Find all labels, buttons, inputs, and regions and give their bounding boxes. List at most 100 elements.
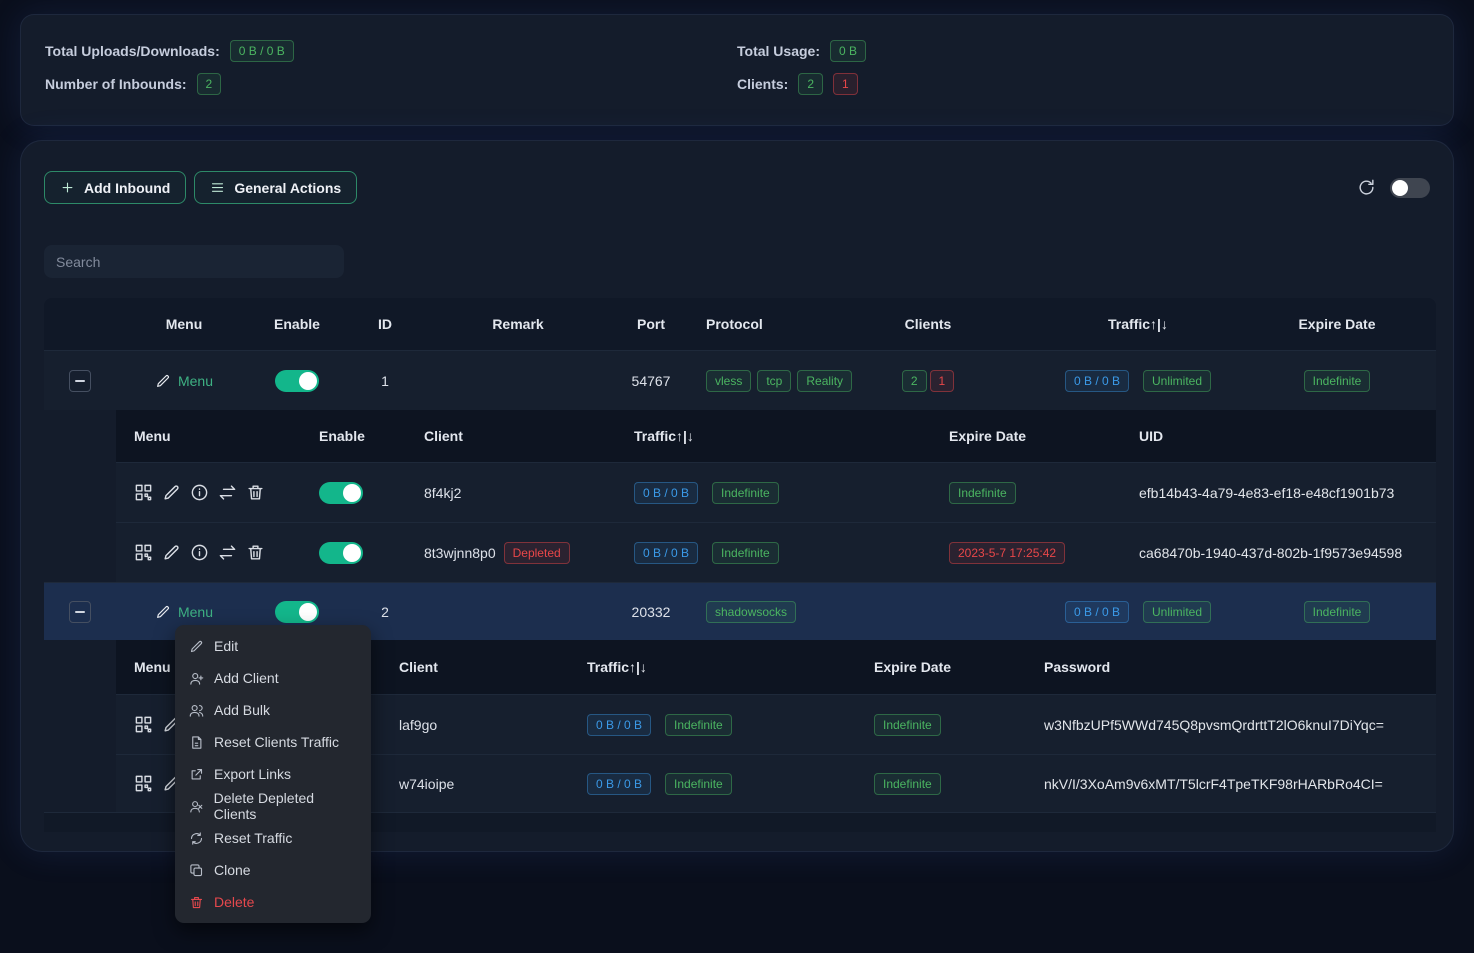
stat-number-of-inbounds: Number of Inbounds: 2 xyxy=(45,73,737,95)
header-remark: Remark xyxy=(428,298,608,350)
traffic-badge: 0 B / 0 B xyxy=(634,542,698,564)
menu-item-delete-depleted-clients[interactable]: Delete Depleted Clients xyxy=(175,790,371,822)
qr-code-icon[interactable] xyxy=(134,543,153,562)
header-traffic-sort[interactable]: Traffic↑|↓ xyxy=(569,640,856,694)
inbound-1-remark xyxy=(428,351,608,410)
stat-clients-depleted-badge: 1 xyxy=(833,73,858,95)
delete-client-icon[interactable] xyxy=(246,483,265,502)
menu-item-add-bulk[interactable]: Add Bulk xyxy=(175,694,371,726)
menu-item-label: Reset Traffic xyxy=(214,830,292,846)
client-name: w74ioipe xyxy=(381,755,569,812)
toolbar-right-controls xyxy=(1357,178,1430,198)
user-group-icon xyxy=(189,703,204,718)
edit-client-icon[interactable] xyxy=(162,483,181,502)
client-info-icon[interactable] xyxy=(190,543,209,562)
inbound-2-enable-toggle[interactable] xyxy=(275,601,319,623)
inbound-2-port: 20332 xyxy=(608,583,694,640)
inbound-row-1: Menu 1 54767 vless tcp Reality 2 1 0 B /… xyxy=(44,350,1436,410)
inbound-1-enable-toggle[interactable] xyxy=(275,370,319,392)
header-expand xyxy=(44,298,116,350)
header-expire-date: Expire Date xyxy=(856,640,1026,694)
delete-depleted-clients-icon xyxy=(189,799,204,814)
toggle-knob xyxy=(343,544,361,562)
menu-trigger-label: Menu xyxy=(178,604,213,620)
collapse-inbound-2-button[interactable] xyxy=(69,601,91,623)
qr-code-icon[interactable] xyxy=(134,774,153,793)
traffic-badge: 0 B / 0 B xyxy=(587,773,651,795)
delete-client-icon[interactable] xyxy=(246,543,265,562)
client-row-8f4kj2: 8f4kj2 0 B / 0 B Indefinite Indefinite e… xyxy=(116,462,1436,522)
stats-panel: Total Uploads/Downloads: 0 B / 0 B Numbe… xyxy=(20,14,1454,126)
minus-icon xyxy=(75,611,85,613)
menu-item-add-client[interactable]: Add Client xyxy=(175,662,371,694)
clients-depleted-badge: 1 xyxy=(930,370,955,392)
client-name: laf9go xyxy=(381,695,569,754)
header-traffic-sort[interactable]: Traffic↑|↓ xyxy=(616,410,931,462)
inbound-2-menu-trigger[interactable]: Menu xyxy=(155,604,213,620)
header-enable: Enable xyxy=(301,410,406,462)
header-id: ID xyxy=(342,298,428,350)
user-add-icon xyxy=(189,671,204,686)
header-traffic-sort[interactable]: Traffic↑|↓ xyxy=(1038,298,1238,350)
header-clients: Clients xyxy=(818,298,1038,350)
traffic-quota-badge: Unlimited xyxy=(1143,370,1211,392)
header-client: Client xyxy=(406,410,616,462)
menu-item-label: Edit xyxy=(214,638,238,654)
menu-item-label: Delete Depleted Clients xyxy=(214,790,357,822)
inbound-1-clients-table: Menu Enable Client Traffic↑|↓ Expire Dat… xyxy=(116,410,1436,582)
search-input[interactable] xyxy=(44,245,344,278)
inbound-1-menu-trigger[interactable]: Menu xyxy=(155,373,213,389)
stat-uploads-badge: 0 B / 0 B xyxy=(230,40,294,62)
protocol-tag: tcp xyxy=(757,370,791,392)
qr-code-icon[interactable] xyxy=(134,483,153,502)
menu-item-edit[interactable]: Edit xyxy=(175,630,371,662)
header-port: Port xyxy=(608,298,694,350)
client-name: 8f4kj2 xyxy=(406,463,616,522)
auto-refresh-toggle[interactable] xyxy=(1390,178,1430,198)
stat-clients-label: Clients: xyxy=(737,76,788,92)
reset-traffic-icon[interactable] xyxy=(218,543,237,562)
plus-icon xyxy=(60,180,75,195)
menu-item-clone[interactable]: Clone xyxy=(175,854,371,886)
menu-item-label: Clone xyxy=(214,862,251,878)
menu-item-label: Add Client xyxy=(214,670,279,686)
general-actions-button[interactable]: General Actions xyxy=(194,171,357,204)
client-enable-toggle[interactable] xyxy=(319,482,363,504)
traffic-quota-badge: Indefinite xyxy=(665,773,732,795)
client-name: 8t3wjnn8p0 xyxy=(424,545,496,561)
traffic-quota-badge: Indefinite xyxy=(665,714,732,736)
stat-uploads-label: Total Uploads/Downloads: xyxy=(45,43,220,59)
stats-left-column: Total Uploads/Downloads: 0 B / 0 B Numbe… xyxy=(45,40,737,100)
toggle-knob xyxy=(299,603,317,621)
client-password: w3NfbzUPf5WWd745Q8pvsmQrdrttT2lO6knuI7Di… xyxy=(1026,695,1436,754)
menu-item-reset-traffic[interactable]: Reset Traffic xyxy=(175,822,371,854)
collapse-inbound-1-button[interactable] xyxy=(69,370,91,392)
expire-badge: Indefinite xyxy=(874,714,941,736)
header-password: Password xyxy=(1026,640,1436,694)
depleted-badge: Depleted xyxy=(504,542,570,564)
menu-item-delete[interactable]: Delete xyxy=(175,886,371,918)
header-expire-date: Expire Date xyxy=(1238,298,1436,350)
traffic-badge: 0 B / 0 B xyxy=(634,482,698,504)
traffic-quota-badge: Indefinite xyxy=(712,482,779,504)
expire-badge: 2023-5-7 17:25:42 xyxy=(949,542,1065,564)
edit-client-icon[interactable] xyxy=(162,543,181,562)
header-expire-date: Expire Date xyxy=(931,410,1121,462)
expire-badge: Indefinite xyxy=(949,482,1016,504)
client-enable-toggle[interactable] xyxy=(319,542,363,564)
menu-item-reset-clients-traffic[interactable]: Reset Clients Traffic xyxy=(175,726,371,758)
reset-clients-traffic-icon xyxy=(189,735,204,750)
client-info-icon[interactable] xyxy=(190,483,209,502)
client-row-8t3wjnn8p0: 8t3wjnn8p0 Depleted 0 B / 0 B Indefinite… xyxy=(116,522,1436,582)
toggle-knob xyxy=(299,372,317,390)
header-protocol: Protocol xyxy=(694,298,818,350)
add-inbound-button[interactable]: Add Inbound xyxy=(44,171,186,204)
protocol-tag: shadowsocks xyxy=(706,601,796,623)
menu-item-export-links[interactable]: Export Links xyxy=(175,758,371,790)
reset-traffic-icon xyxy=(189,831,204,846)
header-client: Client xyxy=(381,640,569,694)
refresh-icon[interactable] xyxy=(1357,178,1376,197)
qr-code-icon[interactable] xyxy=(134,715,153,734)
reset-traffic-icon[interactable] xyxy=(218,483,237,502)
traffic-quota-badge: Unlimited xyxy=(1143,601,1211,623)
